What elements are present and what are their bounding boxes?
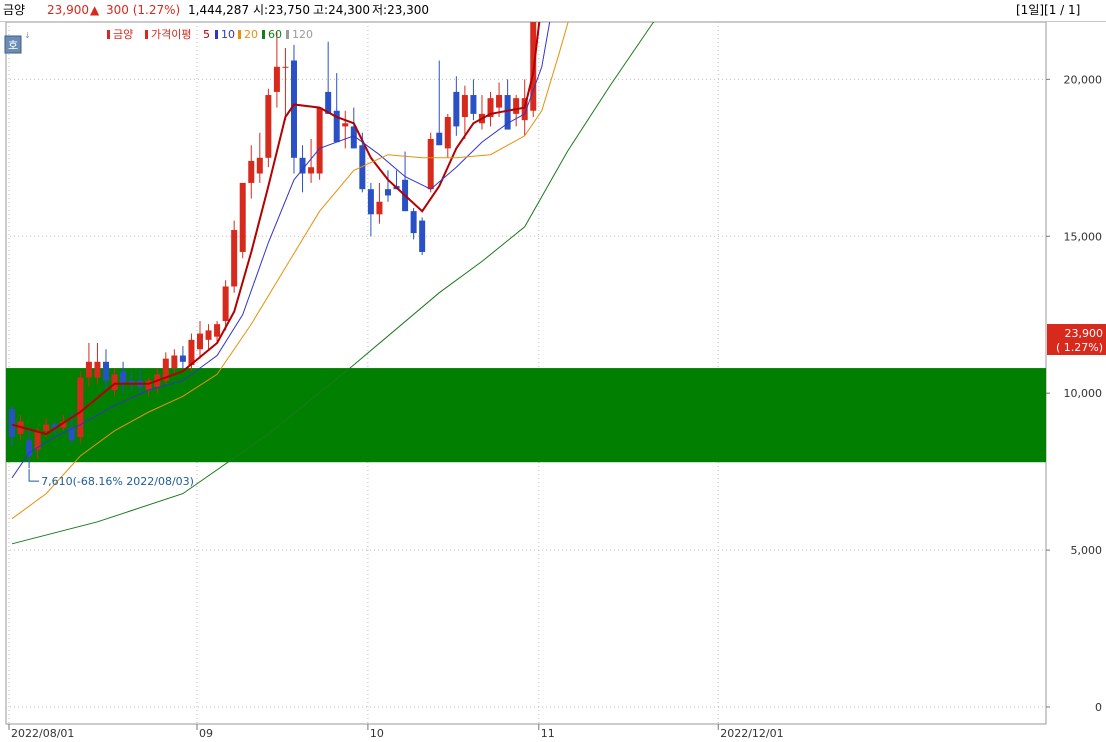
candle-body [102, 361, 109, 381]
x-tick-label: 2022/12/01 [720, 727, 783, 740]
candle-body [205, 330, 212, 340]
candle-body [496, 95, 503, 108]
legend-ma120: 120 [292, 28, 313, 41]
trading-volume: 1,444,287 [188, 3, 250, 17]
legend-ma120-swatch [286, 30, 289, 39]
candle-body [282, 66, 289, 68]
candle-body [171, 355, 178, 369]
y-tick-label: 10,000 [1064, 387, 1103, 400]
candle-body [419, 220, 426, 252]
candle-body [513, 98, 520, 114]
candle-body [376, 201, 383, 215]
candle-body [444, 117, 451, 149]
candle-body [453, 91, 460, 127]
stock-header: 금양 23,900 ▲ 300 (1.27%) 1,444,287 시:23,7… [0, 0, 1106, 22]
x-tick-label: 11 [541, 727, 555, 740]
y-axis: 05,00010,00015,00020,00025,00030,00035,0… [1046, 73, 1103, 714]
candle-body [265, 95, 272, 158]
candle-body [470, 95, 477, 114]
y-tick-label: 5,000 [1071, 544, 1103, 557]
high-price: 고:24,300 [313, 3, 371, 17]
candle-body [436, 132, 443, 146]
candle-body [273, 66, 280, 92]
legend-ma20: 20 [244, 28, 258, 41]
legend-ma20-swatch [238, 30, 241, 39]
period-selector[interactable]: [1일][1 / 1] [1016, 0, 1080, 21]
candle-body [222, 286, 229, 321]
candle-body [427, 138, 434, 190]
legend-ma10-swatch [215, 30, 218, 39]
legend-ma10: 10 [221, 28, 235, 41]
price-chart: 05,00010,00015,00020,00025,00030,00035,0… [4, 22, 1106, 740]
current-price-tag: 23,900 ( 1.27%) [1047, 324, 1106, 355]
x-tick-label: 2022/08/01 [11, 727, 74, 740]
legend-ma60: 60 [268, 28, 282, 41]
candle-body [248, 160, 255, 183]
legend-ma-swatch [145, 30, 148, 39]
low-price: 저:23,300 [372, 3, 430, 17]
current-price: 23,900 [47, 3, 89, 17]
open-price: 시:23,750 [253, 3, 311, 17]
legend-ma60-swatch [262, 30, 265, 39]
candle-body [179, 355, 186, 362]
candle-body [94, 361, 101, 378]
legend-ma5: 5 [203, 28, 210, 41]
price-tag-change: ( 1.27%) [1056, 341, 1103, 354]
candle-body [316, 107, 323, 174]
candle-body [196, 333, 203, 350]
candle-body [9, 408, 15, 438]
chart-option-button[interactable]: 호 [4, 35, 22, 54]
candle-body [43, 424, 50, 431]
option-button-label[interactable]: 호 [8, 39, 18, 52]
candle-body [85, 361, 92, 378]
candle-body [214, 324, 221, 337]
candle-body [410, 211, 417, 234]
candle-body [111, 374, 118, 391]
price-tag-value: 23,900 [1065, 327, 1104, 340]
legend-stock-swatch [107, 30, 110, 39]
y-tick-label: 15,000 [1064, 230, 1103, 243]
up-arrow-icon: ▲ [90, 3, 100, 17]
y-tick-label: 20,000 [1064, 73, 1103, 86]
x-tick-label: 09 [199, 727, 213, 740]
x-tick-label: 10 [370, 727, 384, 740]
candle-body [367, 189, 374, 215]
pin-icon: ↓ [24, 31, 31, 40]
candle-body [256, 157, 263, 174]
stock-name: 금양 [3, 3, 26, 17]
y-tick-label: 0 [1095, 701, 1102, 714]
candle-body [384, 189, 391, 196]
highlight-band [6, 368, 1046, 463]
x-axis: 2022/08/01 09 10 11 2022/12/01 [8, 724, 784, 740]
candle-body [308, 167, 315, 174]
candle-body [77, 377, 84, 438]
candle-body [342, 123, 349, 127]
candle-body [231, 229, 238, 287]
legend-ma-title: 가격이평 [151, 28, 191, 41]
candle-body [461, 95, 468, 118]
candle-body [239, 182, 246, 252]
legend-stock: 금양 [113, 28, 133, 41]
min-price-label: 7,610(-68.16% 2022/08/03) [41, 475, 194, 488]
candle-body [120, 371, 127, 384]
price-change: 300 (1.27%) [106, 3, 181, 17]
